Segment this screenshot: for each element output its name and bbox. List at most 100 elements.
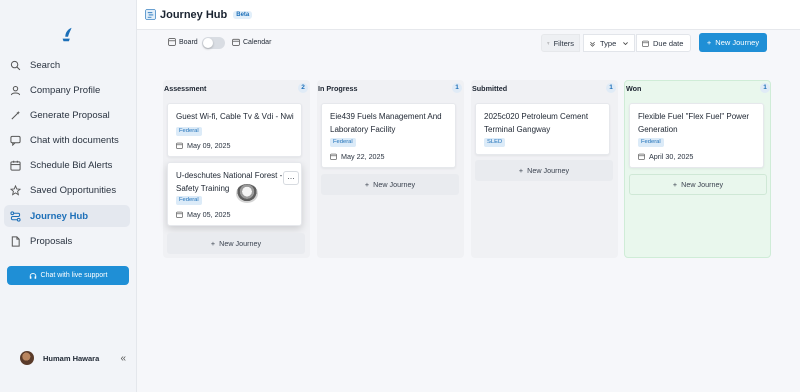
search-icon [10,60,21,71]
due-date-label: Due date [653,38,684,48]
journey-card[interactable]: Eie439 Fuels Management And Laboratory F… [321,103,456,168]
sidebar-item-company-profile[interactable]: Company Profile [4,79,130,101]
category-tag: Federal [638,138,664,147]
sidebar-item-schedule-bid-alerts[interactable]: Schedule Bid Alerts [4,155,130,177]
new-journey-button[interactable]: + New Journey [699,33,767,52]
column-new-journey-button[interactable]: + New Journey [167,233,305,254]
sort-icon [590,41,595,47]
column-new-journey-button[interactable]: + New Journey [475,160,613,181]
due-date: May 22, 2025 [330,152,385,161]
column-count-badge: 1 [760,83,770,93]
page-title: Journey Hub [160,8,228,21]
card-title: Eie439 Fuels Management And Laboratory F… [330,112,442,134]
column-header: Submitted 1 [471,83,618,98]
column-header: Assessment 2 [163,83,310,98]
due-date: May 09, 2025 [176,141,231,150]
board-label: Board [179,38,198,46]
collapse-sidebar-icon[interactable]: « [120,353,126,364]
column-title: Won [626,84,642,93]
plus-icon: + [364,180,370,189]
calendar-icon [638,153,645,160]
column-title: Submitted [472,84,508,93]
user-name: Humam Hawara [43,353,100,363]
column-new-label: New Journey [527,166,570,175]
sidebar-item-label: Search [30,59,61,71]
beta-badge: Beta [233,10,253,19]
sidebar-item-label: Proposals [30,235,73,247]
column-count-badge: 1 [452,83,462,93]
calendar-icon [10,160,21,171]
sidebar-item-chat-documents[interactable]: Chat with documents [4,130,130,152]
journey-card[interactable]: Flexible Fuel "Flex Fuel" Power Generati… [629,103,764,168]
category-tag: SLED [484,138,506,147]
category-tag: Federal [176,196,202,205]
page-header: Journey Hub Beta [137,0,800,30]
plus-icon: + [518,166,524,175]
sidebar-item-label: Generate Proposal [30,109,110,121]
calendar-label: Calendar [243,38,272,46]
more-options-button[interactable]: … [283,171,299,185]
chat-icon [10,135,21,147]
column-new-label: New Journey [373,180,416,189]
category-tag: Federal [330,138,356,147]
journey-card[interactable]: U-deschutes National Forest - Safety Tra… [167,162,302,226]
sidebar-item-label: Saved Opportunities [30,185,117,197]
filters-label: Filters [553,38,574,48]
sidebar-item-proposals[interactable]: Proposals [4,230,130,252]
type-dropdown[interactable]: Type [583,34,635,52]
drag-cursor-icon [236,184,258,203]
board-view-option[interactable]: Board [168,38,198,46]
user-profile[interactable]: Humam Hawara « [20,350,126,366]
calendar-icon [642,40,649,47]
sidebar-item-label: Company Profile [30,84,101,96]
due-date-text: May 22, 2025 [341,152,385,161]
route-icon [10,211,21,222]
plus-icon: + [210,239,216,248]
column-submitted: Submitted 1 2025c020 Petroleum Cement Te… [471,80,618,258]
plus-icon: + [672,180,678,189]
sidebar-item-journey-hub[interactable]: Journey Hub [4,205,130,228]
avatar [20,351,34,365]
due-date-button[interactable]: Due date [636,34,691,52]
column-new-journey-button[interactable]: + New Journey [321,174,459,195]
due-date-text: May 09, 2025 [187,141,231,150]
journey-card[interactable]: 2025c020 Petroleum Cement Terminal Gangw… [475,103,610,155]
star-icon [10,185,21,197]
view-toggle[interactable] [202,37,225,49]
filters-button[interactable]: Filters [541,34,580,52]
sidebar-item-generate-proposal[interactable]: Generate Proposal [4,104,130,126]
calendar-icon [176,211,183,218]
sidebar-item-saved-opportunities[interactable]: Saved Opportunities [4,180,130,202]
sidebar-item-search[interactable]: Search [4,54,130,76]
calendar-view-option[interactable]: Calendar [232,38,271,46]
calendar-icon [176,142,183,149]
column-count-badge: 2 [298,83,308,93]
toggle-knob [203,38,213,48]
column-title: Assessment [164,84,207,93]
due-date: April 30, 2025 [638,152,693,161]
due-date-text: April 30, 2025 [649,152,694,161]
column-won: Won 1 Flexible Fuel "Flex Fuel" Power Ge… [624,80,771,258]
support-button-label: Chat with live support [40,272,108,279]
plus-icon: + [706,38,712,47]
due-date-text: May 05, 2025 [187,210,231,219]
sidebar-item-label: Chat with documents [30,135,119,147]
toolbar: Board Calendar Filters Type Due date + N… [137,30,800,58]
sidebar-item-label: Journey Hub [30,210,89,222]
column-title: In Progress [318,84,358,93]
filter-icon [547,42,550,44]
headset-icon [29,272,36,279]
new-journey-label: New Journey [715,38,760,47]
magic-wand-icon [10,110,21,121]
column-new-label: New Journey [681,180,724,189]
sidebar-item-label: Schedule Bid Alerts [30,160,113,172]
chevron-down-icon [623,41,628,45]
sidebar-nav: Search Company Profile Generate Proposal… [4,54,130,256]
journey-card[interactable]: Guest Wi-fi, Cable Tv & Vdi - Nwi Federa… [167,103,302,157]
column-assessment: Assessment 2 Guest Wi-fi, Cable Tv & Vdi… [163,80,310,258]
column-new-journey-button[interactable]: + New Journey [629,174,767,195]
sidebar: Search Company Profile Generate Proposal… [0,0,137,392]
column-new-label: New Journey [219,239,262,248]
chat-live-support-button[interactable]: Chat with live support [7,266,129,285]
card-title: Flexible Fuel "Flex Fuel" Power Generati… [638,112,750,134]
